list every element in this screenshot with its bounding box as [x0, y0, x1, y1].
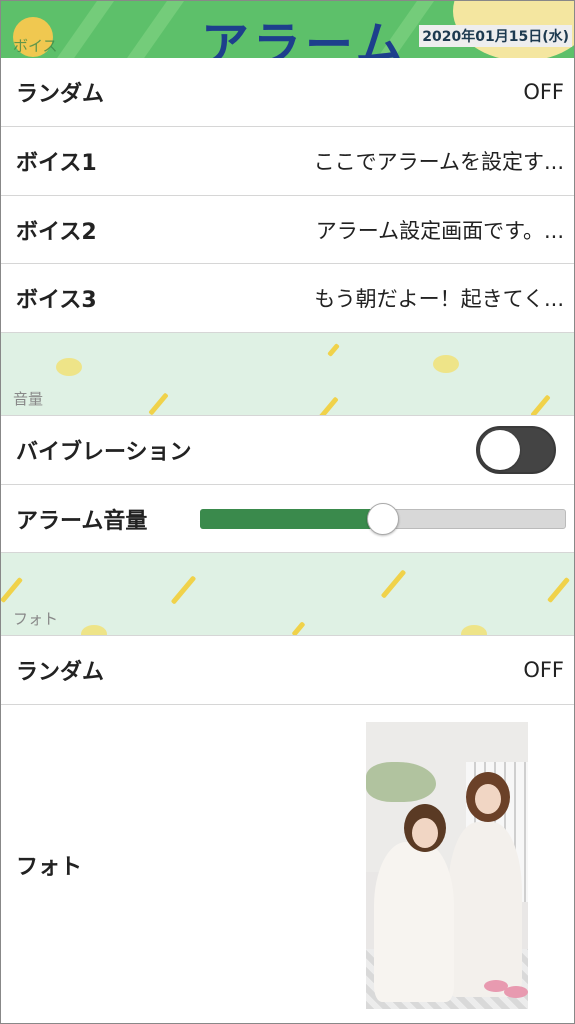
- decoration-shape: [170, 575, 197, 605]
- photo-thumbnail[interactable]: [366, 722, 528, 1009]
- row-value: アラーム設定画面です。...: [315, 218, 564, 243]
- slider-thumb[interactable]: [367, 502, 399, 535]
- header-decoration: [126, 1, 190, 58]
- photo-slipper: [504, 986, 528, 998]
- row-label: ランダム: [16, 82, 105, 107]
- row-label: ランダム: [16, 660, 105, 685]
- alarm-volume-row: アラーム音量: [1, 485, 574, 553]
- row-label: ボイス3: [16, 288, 97, 313]
- voice-1-row[interactable]: ボイス1 ここでアラームを設定す...: [1, 127, 574, 196]
- row-value: ここでアラームを設定す...: [313, 150, 564, 174]
- decoration-shape: [546, 576, 571, 604]
- photo-person-face: [412, 818, 438, 848]
- row-value: OFF: [523, 658, 564, 682]
- alarm-settings-screen: ボイス アラーム 2020年01月15日(水) ランダム OFF ボイス1 ここ…: [0, 0, 575, 1024]
- vibration-row: バイブレーション: [1, 416, 574, 485]
- section-label-photo: フォト: [13, 610, 59, 628]
- photo-person: [374, 842, 454, 1002]
- row-label: アラーム音量: [16, 508, 148, 534]
- volume-section-header: 音量: [1, 333, 574, 416]
- row-value: OFF: [523, 80, 564, 104]
- decoration-shape: [433, 355, 459, 373]
- row-value: もう朝だよー！起きてく...: [314, 287, 564, 311]
- alarm-volume-slider[interactable]: [200, 502, 566, 535]
- decoration-shape: [81, 625, 107, 635]
- voice-3-row[interactable]: ボイス3 もう朝だよー！起きてく...: [1, 264, 574, 333]
- row-label: バイブレーション: [16, 440, 192, 465]
- section-label-volume: 音量: [13, 390, 44, 408]
- photo-plant: [366, 762, 436, 802]
- decoration-shape: [148, 392, 169, 415]
- date-label: 2020年01月15日(水): [419, 25, 572, 47]
- header-decoration: [56, 1, 120, 58]
- decoration-shape: [380, 569, 407, 599]
- decoration-shape: [318, 396, 339, 415]
- decoration-shape: [56, 358, 82, 376]
- decoration-shape: [1, 576, 24, 604]
- decoration-shape: [530, 394, 551, 415]
- photo-random-row[interactable]: ランダム OFF: [1, 636, 574, 705]
- page-title: アラーム: [201, 17, 408, 58]
- photo-person: [448, 822, 522, 997]
- photo-person-face: [475, 784, 501, 814]
- section-label-voice: ボイス: [13, 37, 58, 55]
- photo-row[interactable]: フォト: [1, 705, 574, 1023]
- decoration-shape: [291, 621, 306, 635]
- toggle-knob: [480, 430, 520, 470]
- row-label: フォト: [16, 855, 83, 880]
- decoration-shape: [461, 625, 487, 635]
- row-label: ボイス1: [16, 151, 97, 176]
- photo-section-header: フォト: [1, 553, 574, 636]
- header-banner: ボイス アラーム 2020年01月15日(水): [1, 1, 574, 58]
- vibration-toggle[interactable]: [476, 426, 556, 474]
- row-label: ボイス2: [16, 219, 97, 245]
- voice-2-row[interactable]: ボイス2 アラーム設定画面です。...: [1, 196, 574, 264]
- voice-random-row[interactable]: ランダム OFF: [1, 58, 574, 127]
- decoration-shape: [327, 343, 340, 357]
- slider-fill: [200, 508, 383, 529]
